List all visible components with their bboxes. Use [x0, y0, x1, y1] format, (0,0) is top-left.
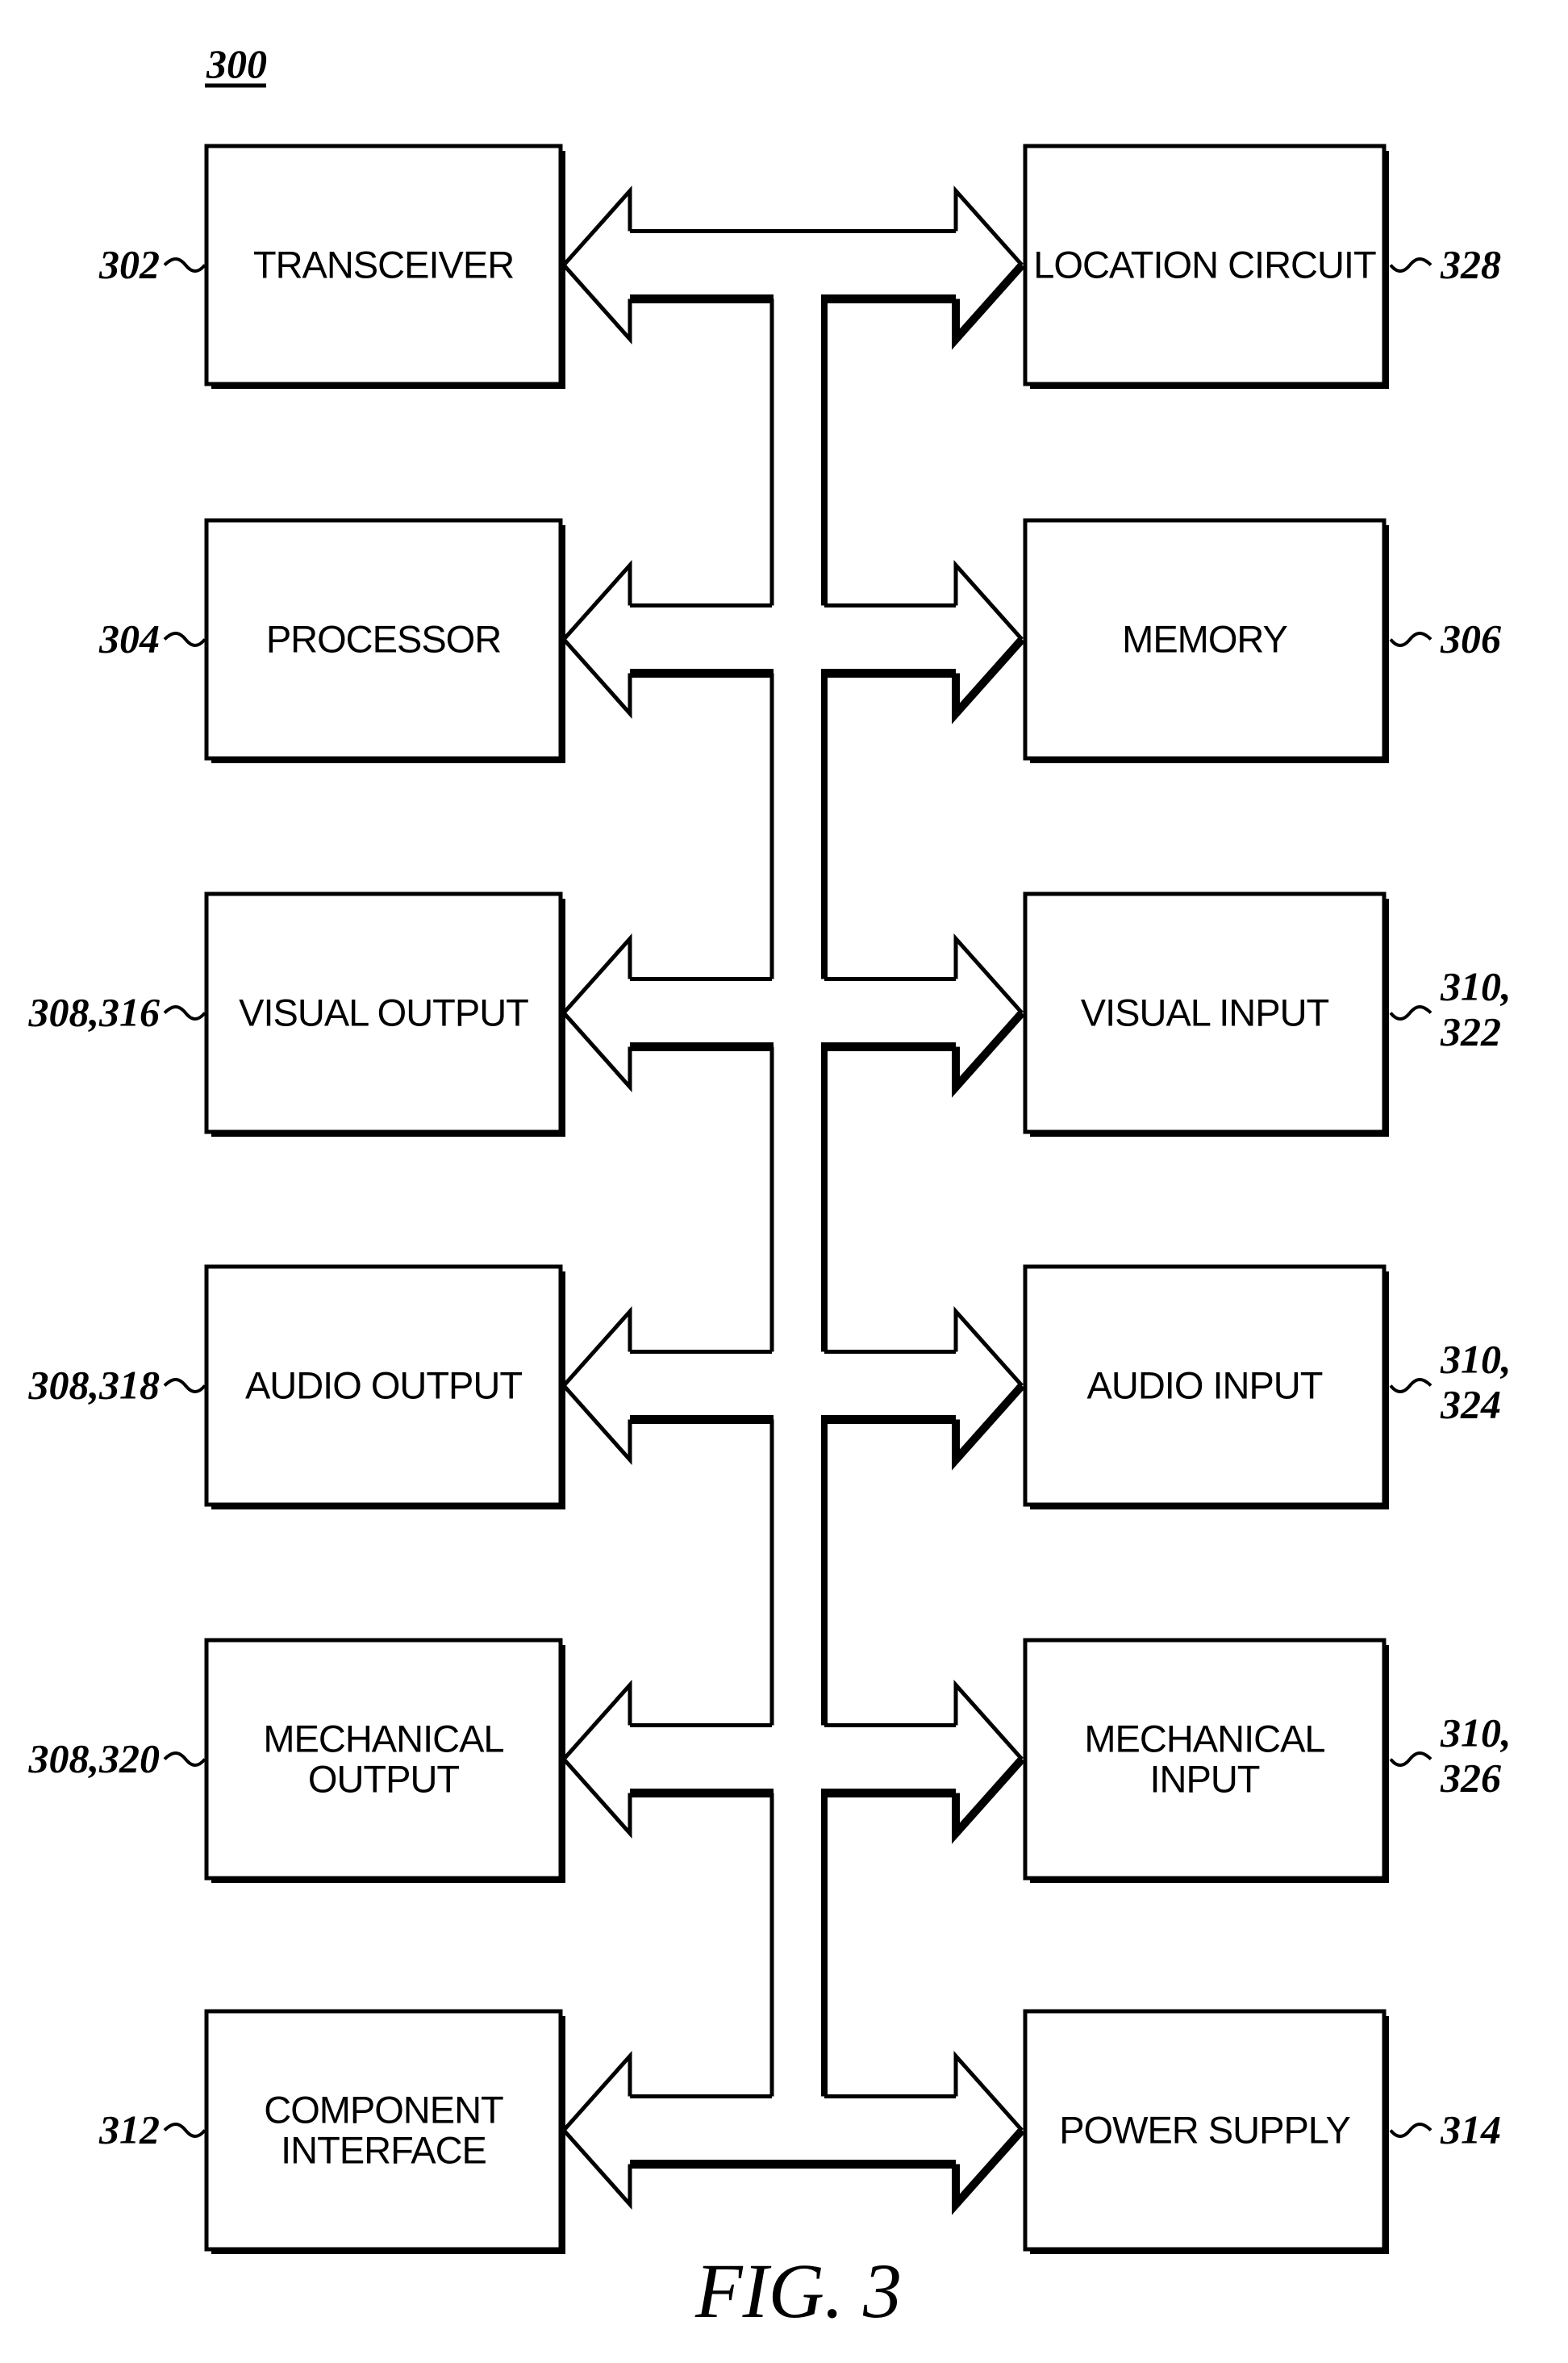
arrowhead-right-shadow	[952, 1756, 1025, 1844]
reference-number: 310,	[1440, 1710, 1512, 1756]
reference-numeral: 308,320	[28, 1736, 206, 1781]
bus	[769, 299, 828, 2097]
block-location-circuit: LOCATION CIRCUIT 328	[1023, 144, 1501, 389]
leader-tilde-icon	[1389, 2123, 1432, 2138]
reference-numeral: 308,316	[28, 990, 206, 1035]
arrowhead-right-shadow	[952, 637, 1025, 724]
leader-tilde-icon	[163, 1751, 206, 1767]
block-label: AUDIO OUTPUT	[245, 1364, 522, 1407]
arrowhead-right-shadow	[952, 1010, 1025, 1098]
leader-tilde-icon	[1389, 632, 1432, 647]
arrowhead-right-icon	[953, 1305, 1024, 1388]
block-audio-output: AUDIO OUTPUT 308,318	[28, 1264, 565, 1509]
bus-arrows	[561, 185, 1025, 2215]
block-label: AUDIO INPUT	[1087, 1364, 1323, 1407]
leader-tilde-icon	[163, 2123, 206, 2138]
arrowhead-right-icon	[953, 1679, 1024, 1761]
arrowhead-left-icon	[561, 933, 632, 1093]
reference-number: 322	[1440, 1009, 1501, 1054]
leader-tilde-icon	[163, 632, 206, 647]
reference-numeral: 310,326	[1389, 1710, 1512, 1801]
reference-numeral: 306	[1389, 616, 1501, 662]
block-component-interface: COMPONENTINTERFACE 312	[98, 2009, 565, 2254]
arrowhead-right-icon	[953, 185, 1024, 267]
leader-tilde-icon	[1389, 1378, 1432, 1393]
block-memory: MEMORY 306	[1023, 518, 1501, 763]
arrowhead-right-icon	[953, 2050, 1024, 2132]
block-diagram: 300 TRANSCEIVER 302 LOCATION CIRCUIT 328 PRO…	[28, 41, 1512, 2334]
reference-numeral: 312	[98, 2107, 206, 2152]
block-label: INTERFACE	[281, 2129, 486, 2172]
reference-numeral: 308,318	[28, 1363, 206, 1408]
reference-number: 308,318	[28, 1363, 161, 1408]
block-mechanical-output: MECHANICALOUTPUT 308,320	[28, 1638, 565, 1883]
block-transceiver: TRANSCEIVER 302	[98, 144, 565, 389]
arrowhead-left-icon	[561, 1679, 632, 1839]
block-label: TRANSCEIVER	[253, 244, 514, 286]
reference-numeral: 304	[98, 616, 206, 662]
bus-arrow	[561, 933, 1025, 1098]
bus-arrow	[561, 1679, 1025, 1844]
block-label: VISUAL OUTPUT	[239, 992, 528, 1034]
reference-numeral: 328	[1389, 242, 1501, 287]
reference-number: 328	[1440, 242, 1501, 287]
block-visual-output: VISUAL OUTPUT 308,316	[28, 891, 565, 1137]
leader-tilde-icon	[1389, 1005, 1432, 1021]
block-processor: PROCESSOR 304	[98, 518, 565, 763]
block-audio-input: AUDIO INPUT 310,324	[1023, 1264, 1512, 1509]
block-label: MEMORY	[1122, 618, 1287, 661]
reference-number: 308,320	[28, 1736, 161, 1781]
bus-arrow	[561, 559, 1025, 724]
figure-number-label: 300	[206, 41, 267, 86]
block-label: VISUAL INPUT	[1081, 992, 1329, 1034]
reference-number: 326	[1440, 1756, 1501, 1801]
bus-arrow	[561, 1305, 1025, 1471]
reference-number: 310,	[1440, 1337, 1512, 1382]
arrowhead-left-icon	[561, 559, 632, 720]
reference-number: 310,	[1440, 964, 1512, 1009]
arrowhead-right-icon	[953, 933, 1024, 1015]
figure-caption: FIG. 3	[694, 2248, 902, 2334]
reference-numeral: 310,322	[1389, 964, 1512, 1054]
block-label: POWER SUPPLY	[1059, 2109, 1350, 2152]
reference-number: 324	[1440, 1382, 1501, 1427]
leader-tilde-icon	[163, 257, 206, 273]
reference-number: 302	[98, 242, 160, 287]
arrowhead-right-icon	[953, 559, 1024, 641]
reference-number: 304	[98, 616, 160, 662]
block-label: COMPONENT	[264, 2089, 503, 2131]
leader-tilde-icon	[163, 1378, 206, 1393]
leader-tilde-icon	[1389, 1751, 1432, 1767]
figure-number: 300	[205, 41, 267, 88]
block-label: INPUT	[1150, 1758, 1260, 1801]
reference-numeral: 302	[98, 242, 206, 287]
reference-number: 306	[1440, 616, 1501, 662]
arrowhead-right-shadow	[952, 262, 1025, 350]
block-label: OUTPUT	[308, 1758, 460, 1801]
block-mechanical-input: MECHANICALINPUT 310,326	[1023, 1638, 1512, 1883]
block-label: MECHANICAL	[263, 1718, 503, 1760]
block-label: LOCATION CIRCUIT	[1033, 244, 1376, 286]
blocks: TRANSCEIVER 302 LOCATION CIRCUIT 328 PROCESS…	[28, 144, 1512, 2254]
reference-number: 312	[98, 2107, 160, 2152]
reference-numeral: 314	[1389, 2107, 1501, 2152]
arrowhead-left-icon	[561, 1305, 632, 1466]
bus-arrow	[561, 2050, 1025, 2215]
reference-numeral: 310,324	[1389, 1337, 1512, 1427]
arrowhead-right-shadow	[952, 1383, 1025, 1471]
arrowhead-left-icon	[561, 185, 632, 345]
block-visual-input: VISUAL INPUT 310,322	[1023, 891, 1512, 1137]
reference-number: 314	[1440, 2107, 1501, 2152]
block-label: PROCESSOR	[266, 618, 501, 661]
leader-tilde-icon	[1389, 257, 1432, 273]
block-power-supply: POWER SUPPLY 314	[1023, 2009, 1501, 2254]
bus-arrow	[561, 185, 1025, 350]
reference-number: 308,316	[28, 990, 161, 1035]
block-label: MECHANICAL	[1084, 1718, 1324, 1760]
arrowhead-left-icon	[561, 2050, 632, 2211]
arrowhead-right-shadow	[952, 2127, 1025, 2215]
leader-tilde-icon	[163, 1005, 206, 1021]
